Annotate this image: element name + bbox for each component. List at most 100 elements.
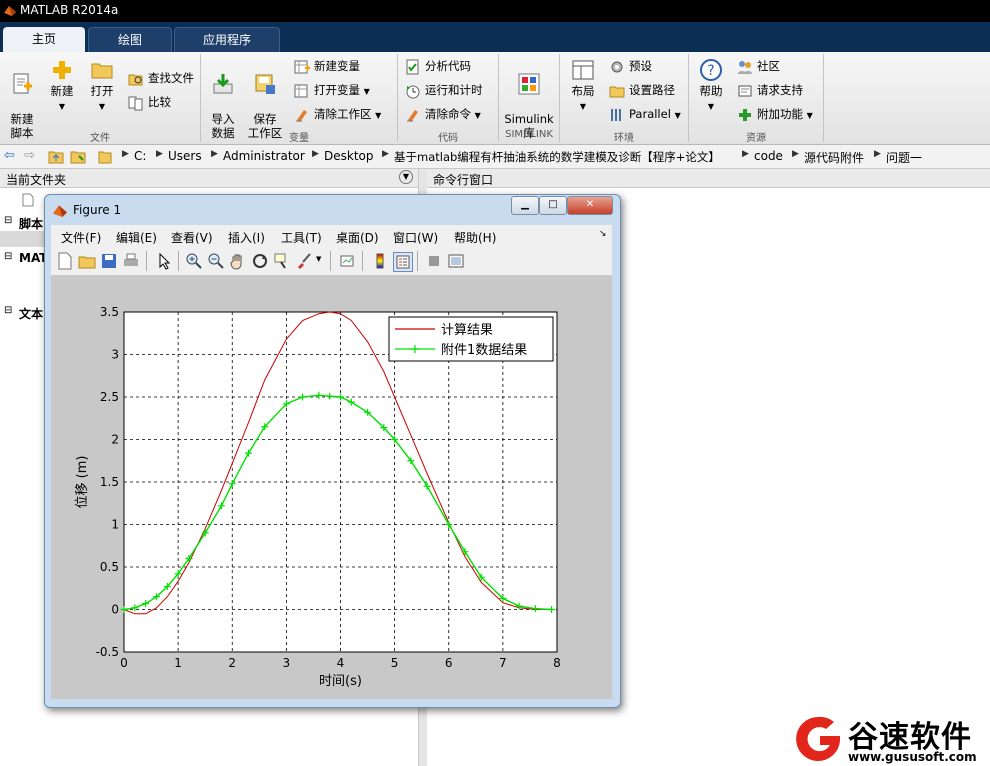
breadcrumb-item[interactable]: code bbox=[754, 149, 783, 163]
breadcrumb-separator: ▶ bbox=[312, 149, 319, 159]
current-folder-title: 当前文件夹 bbox=[6, 173, 67, 187]
zoom-in-icon[interactable] bbox=[185, 252, 203, 270]
breadcrumb-separator: ▶ bbox=[122, 149, 129, 159]
menu-help[interactable]: 帮助(H) bbox=[454, 229, 496, 246]
community-button[interactable]: 社区 bbox=[737, 57, 780, 75]
zoom-out-icon[interactable] bbox=[207, 252, 225, 270]
compare-button[interactable]: 比较 bbox=[128, 93, 171, 111]
rotate-3d-icon[interactable] bbox=[251, 252, 269, 270]
analyze-code-button[interactable]: 分析代码 bbox=[405, 57, 471, 75]
up-folder-icon[interactable] bbox=[48, 149, 64, 164]
simulink-library-button[interactable]: Simulink 库 bbox=[503, 58, 555, 140]
menu-edit[interactable]: 编辑(E) bbox=[116, 229, 157, 246]
request-support-button[interactable]: 请求支持 bbox=[737, 81, 803, 99]
preferences-label: 预设 bbox=[629, 59, 652, 73]
new-variable-button[interactable]: 新建变量 bbox=[294, 57, 360, 75]
menu-view[interactable]: 查看(V) bbox=[171, 229, 213, 246]
set-path-icon bbox=[609, 86, 625, 97]
breadcrumb-item[interactable]: Users bbox=[168, 149, 202, 163]
run-and-time-button[interactable]: 运行和计时 bbox=[405, 81, 483, 99]
clear-commands-button[interactable]: 清除命令 ▼ bbox=[405, 105, 481, 123]
toolbar-separator bbox=[330, 251, 331, 271]
find-files-button[interactable]: 查找文件 bbox=[128, 69, 194, 87]
clear-commands-icon bbox=[407, 109, 418, 122]
pointer-icon[interactable] bbox=[155, 252, 173, 270]
toolbar-separator bbox=[362, 251, 363, 271]
x-tick-label: 6 bbox=[445, 656, 453, 670]
run-and-time-icon bbox=[406, 85, 420, 98]
selected-row[interactable] bbox=[0, 231, 44, 247]
maximize-button[interactable]: □ bbox=[539, 196, 567, 215]
menu-desktop[interactable]: 桌面(D) bbox=[336, 229, 379, 246]
section-scripts[interactable]: 脚本 bbox=[19, 215, 43, 232]
open-label: 打开 bbox=[90, 84, 114, 98]
clear-workspace-button[interactable]: 清除工作区 ▼ bbox=[294, 105, 381, 123]
chevron-down-icon[interactable]: ▼ bbox=[316, 255, 321, 263]
y-tick-label: 2.5 bbox=[100, 390, 119, 404]
back-arrow-icon[interactable]: ⇦ bbox=[4, 148, 15, 163]
import-data-button[interactable]: 导入 数据 bbox=[206, 58, 240, 140]
minimize-button[interactable]: ▁ bbox=[511, 196, 539, 215]
open-file-icon[interactable] bbox=[78, 252, 96, 270]
toolbar-separator bbox=[146, 251, 147, 271]
breadcrumb-separator: ▶ bbox=[156, 149, 163, 159]
menu-tools[interactable]: 工具(T) bbox=[281, 229, 322, 246]
open-button[interactable]: 打开 ▼ bbox=[86, 58, 118, 114]
expand-icon[interactable]: ⊟ bbox=[4, 215, 12, 226]
new-button[interactable]: 新建 ▼ bbox=[46, 58, 78, 114]
layout-button[interactable]: 布局 ▼ bbox=[566, 58, 600, 114]
pan-hand-icon[interactable] bbox=[229, 252, 247, 270]
brush-icon[interactable] bbox=[295, 252, 313, 270]
plot-axes[interactable]: 0 1 2 3 4 5 6 7 8-0.500.511.522.533.5时间(s)位移 (m)… bbox=[51, 276, 612, 699]
section-text[interactable]: 文本 bbox=[19, 305, 43, 322]
parallel-button[interactable]: Parallel ▼ bbox=[609, 105, 681, 123]
menu-file[interactable]: 文件(F) bbox=[61, 229, 101, 246]
addons-button[interactable]: 附加功能 ▼ bbox=[737, 105, 813, 123]
forward-arrow-icon[interactable]: ⇨ bbox=[24, 148, 35, 163]
tab-home[interactable]: 主页 bbox=[3, 27, 85, 52]
hide-plot-tools-icon[interactable] bbox=[425, 252, 443, 270]
breadcrumb-item[interactable]: Desktop bbox=[324, 149, 374, 163]
menu-window[interactable]: 窗口(W) bbox=[393, 229, 438, 246]
expand-icon[interactable]: ⊟ bbox=[4, 305, 12, 316]
breadcrumb-item[interactable]: Administrator bbox=[223, 149, 305, 163]
set-path-button[interactable]: 设置路径 bbox=[609, 81, 675, 99]
menu-insert[interactable]: 插入(I) bbox=[228, 229, 265, 246]
folder-open-icon bbox=[91, 63, 113, 79]
new-script-button[interactable]: 新建 脚本 bbox=[4, 58, 40, 140]
preferences-button[interactable]: 预设 bbox=[609, 57, 652, 75]
breadcrumb-item[interactable]: C: bbox=[134, 149, 146, 163]
figure-window[interactable]: Figure 1 ▁ □ ✕ 文件(F) 编辑(E) 查看(V) 插入(I) 工… bbox=[44, 194, 621, 708]
data-cursor-icon[interactable] bbox=[273, 252, 291, 270]
layout-label: 布局 bbox=[571, 84, 595, 98]
legend-icon[interactable] bbox=[393, 252, 413, 272]
gusu-logo-icon bbox=[796, 716, 840, 761]
tab-plots[interactable]: 绘图 bbox=[88, 27, 172, 53]
link-plot-icon[interactable] bbox=[339, 252, 357, 270]
menu-overflow-icon[interactable]: ↘ bbox=[599, 229, 607, 239]
breadcrumb-item[interactable]: 源代码附件 bbox=[804, 149, 864, 166]
panel-menu-icon[interactable]: ▼ bbox=[399, 170, 413, 184]
matlab-logo-icon bbox=[53, 205, 67, 217]
save-workspace-button[interactable]: 保存 工作区 bbox=[246, 58, 284, 140]
colorbar-icon[interactable] bbox=[371, 252, 389, 270]
app-title: MATLAB R2014a bbox=[20, 3, 119, 17]
legend-label: 附件1数据结果 bbox=[441, 343, 527, 358]
show-plot-tools-icon[interactable] bbox=[447, 252, 465, 270]
figure-canvas[interactable]: 0 1 2 3 4 5 6 7 8 -0.5 0 0.5 1 1.5 2 2.5 3 3.5 时间(s) 位移 (m)… bbox=[51, 276, 612, 699]
help-button[interactable]: ? 帮助 ▼ bbox=[694, 58, 728, 114]
print-icon[interactable] bbox=[122, 252, 140, 270]
compare-label: 比较 bbox=[148, 95, 171, 109]
breadcrumb-item[interactable]: 基于matlab编程有杆抽油系统的数学建模及诊断【程序+论文】 bbox=[394, 149, 720, 165]
title-bar: MATLAB R2014a bbox=[0, 0, 990, 22]
save-icon[interactable] bbox=[100, 252, 118, 270]
expand-icon[interactable]: ⊟ bbox=[4, 251, 12, 262]
clear-commands-label: 清除命令 bbox=[425, 107, 471, 121]
new-figure-icon[interactable] bbox=[56, 252, 74, 270]
close-button[interactable]: ✕ bbox=[567, 196, 613, 215]
open-variable-button[interactable]: 打开变量 ▼ bbox=[294, 81, 370, 99]
addons-label: 附加功能 bbox=[757, 107, 803, 121]
tab-apps[interactable]: 应用程序 bbox=[174, 27, 280, 53]
breadcrumb-item[interactable]: 问题一 bbox=[886, 149, 922, 166]
browse-folder-icon[interactable] bbox=[70, 149, 86, 164]
